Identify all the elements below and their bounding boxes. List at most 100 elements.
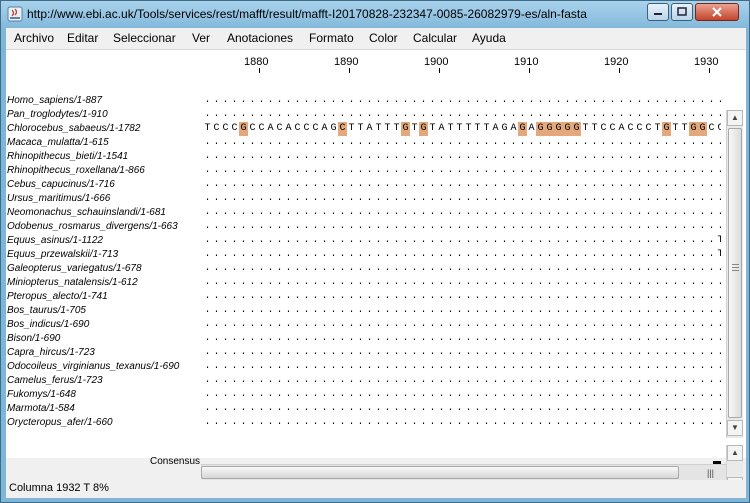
sequence-name[interactable]: Miniopterus_natalensis/1-612 (6, 276, 201, 290)
sequence-row[interactable]: ........................................… (201, 360, 721, 374)
sequence-name[interactable]: Orycteropus_afer/1-660 (6, 416, 201, 430)
sequence-name[interactable]: Macaca_mulatta/1-615 (6, 136, 201, 150)
gap-cell: . (303, 221, 310, 232)
gap-cell: . (600, 291, 607, 302)
gap-cell: . (438, 221, 445, 232)
gap-cell: . (204, 375, 211, 386)
gap-cell: . (348, 389, 355, 400)
menu-archivo[interactable]: Archivo (14, 31, 54, 45)
gap-cell: . (636, 417, 643, 428)
sequence-row[interactable]: ........................................… (201, 108, 721, 122)
sequence-name[interactable]: Odobenus_rosmarus_divergens/1-663 (6, 220, 201, 234)
maximize-button[interactable] (671, 3, 693, 21)
gap-cell: . (555, 109, 562, 120)
gap-cell: . (510, 235, 517, 246)
sequence-name[interactable]: Bos_indicus/1-690 (6, 318, 201, 332)
sequence-row[interactable]: ........................................… (201, 94, 721, 108)
gap-cell: . (474, 249, 481, 260)
gap-cell: . (249, 207, 256, 218)
menu-anotaciones[interactable]: Anotaciones (227, 31, 293, 45)
sequence-row[interactable]: ........................................… (201, 178, 721, 192)
sequence-row[interactable]: ........................................… (201, 262, 721, 276)
sequence-name[interactable]: Marmota/1-584 (6, 402, 201, 416)
gap-cell: . (716, 164, 721, 178)
gap-cell: . (573, 235, 580, 246)
menu-editar[interactable]: Editar (67, 31, 98, 45)
menu-calcular[interactable]: Calcular (413, 31, 457, 45)
menu-color[interactable]: Color (369, 31, 398, 45)
gap-cell: . (636, 375, 643, 386)
horizontal-scroll-thumb[interactable] (201, 466, 679, 479)
gap-cell: . (294, 207, 301, 218)
sequence-name[interactable]: Equus_asinus/1-1122 (6, 234, 201, 248)
gap-cell: . (240, 179, 247, 190)
gap-cell: . (375, 277, 382, 288)
gap-cell: . (375, 221, 382, 232)
horizontal-scrollbar[interactable]: ||| (201, 464, 726, 480)
scroll-down-icon[interactable]: ▼ (727, 420, 743, 436)
residue-cell: C (213, 123, 220, 134)
gap-cell: . (654, 221, 661, 232)
sequence-row[interactable]: ........................................… (201, 346, 721, 360)
sequence-row[interactable]: ........................................… (201, 388, 721, 402)
sequence-name[interactable]: Bos_taurus/1-705 (6, 304, 201, 318)
scroll-up-icon[interactable]: ▲ (727, 445, 743, 461)
sequence-name[interactable]: Rhinopithecus_roxellana/1-866 (6, 164, 201, 178)
sequence-row[interactable]: ........................................… (201, 402, 721, 416)
gap-cell: . (294, 403, 301, 414)
sequence-row[interactable]: ........................................… (201, 136, 721, 150)
gap-cell: . (654, 249, 661, 260)
sequence-name[interactable]: Chlorocebus_sabaeus/1-1782 (6, 122, 201, 136)
gap-cell: . (330, 151, 337, 162)
sequence-name[interactable]: Rhinopithecus_bieti/1-1541 (6, 150, 201, 164)
sequence-row[interactable]: ........................................… (201, 150, 721, 164)
menu-ver[interactable]: Ver (192, 31, 210, 45)
gap-cell: . (456, 165, 463, 176)
close-button[interactable] (695, 3, 739, 21)
menu-ayuda[interactable]: Ayuda (472, 31, 506, 45)
sequence-row[interactable]: ........................................… (201, 248, 721, 262)
sequence-row[interactable]: TCCCGCCACACCCAGCTTATTTGTGTATTTTTAGAGAGGG… (201, 122, 721, 136)
sequence-row[interactable]: ........................................… (201, 276, 721, 290)
sequence-name[interactable]: Pan_troglodytes/1-910 (6, 108, 201, 122)
sequence-name[interactable]: Bison/1-690 (6, 332, 201, 346)
sequence-name[interactable]: Equus_przewalskii/1-713 (6, 248, 201, 262)
sequence-row[interactable]: ........................................… (201, 220, 721, 234)
sequence-name[interactable]: Odocoileus_virginianus_texanus/1-690 (6, 360, 201, 374)
vertical-scroll-thumb[interactable] (728, 128, 742, 418)
sequence-row[interactable]: ........................................… (201, 318, 721, 332)
sequence-row[interactable]: ........................................… (201, 234, 721, 248)
sequence-row[interactable]: ........................................… (201, 374, 721, 388)
menu-formato[interactable]: Formato (309, 31, 354, 45)
sequence-name[interactable]: Galeopterus_variegatus/1-678 (6, 262, 201, 276)
gap-cell: . (582, 95, 589, 106)
sequence-name[interactable]: Cebus_capucinus/1-716 (6, 178, 201, 192)
gap-cell: . (384, 193, 391, 204)
sequence-row[interactable]: ........................................… (201, 416, 721, 430)
gap-cell: . (447, 207, 454, 218)
sequence-name[interactable]: Ursus_maritimus/1-666 (6, 192, 201, 206)
menu-seleccionar[interactable]: Seleccionar (113, 31, 176, 45)
sequence-name[interactable]: Fukomys/1-648 (6, 388, 201, 402)
sequence-row[interactable]: ........................................… (201, 206, 721, 220)
gap-cell: . (708, 291, 715, 302)
residue-cell: T (204, 123, 211, 134)
sequence-row[interactable]: ........................................… (201, 164, 721, 178)
scroll-up-icon[interactable]: ▲ (727, 110, 743, 126)
sequence-name[interactable]: Camelus_ferus/1-723 (6, 374, 201, 388)
alignment-grid[interactable]: ........................................… (201, 94, 721, 430)
minimize-button[interactable] (647, 3, 669, 21)
gap-cell: . (411, 375, 418, 386)
sequence-row[interactable]: ........................................… (201, 304, 721, 318)
title-bar[interactable]: http://www.ebi.ac.uk/Tools/services/rest… (1, 1, 749, 27)
sequence-name[interactable]: Pteropus_alecto/1-741 (6, 290, 201, 304)
sequence-name[interactable]: Neomonachus_schauinslandi/1-681 (6, 206, 201, 220)
sequence-row[interactable]: ........................................… (201, 332, 721, 346)
gap-cell: . (654, 207, 661, 218)
sequence-name[interactable]: Homo_sapiens/1-887 (6, 94, 201, 108)
sequence-row[interactable]: ........................................… (201, 290, 721, 304)
sequence-name[interactable]: Capra_hircus/1-723 (6, 346, 201, 360)
vertical-scrollbar[interactable]: ▲ ▼ (726, 110, 743, 438)
sequence-row[interactable]: ........................................… (201, 192, 721, 206)
gap-cell: . (294, 305, 301, 316)
